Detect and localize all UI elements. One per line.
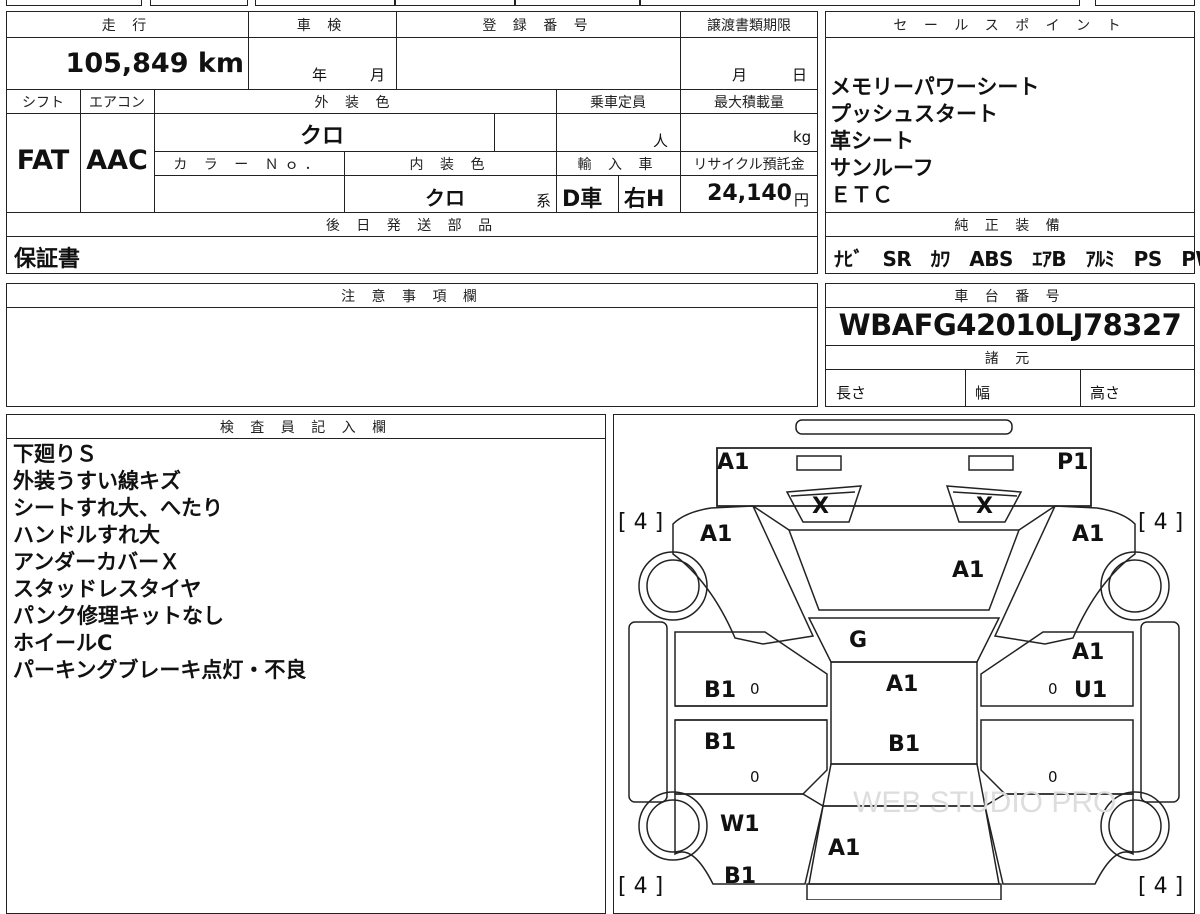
chassis-label: 車 台 番 号 xyxy=(954,289,1066,305)
inspector-line: スタッドレスタイヤ xyxy=(13,577,202,601)
tire-fl: [ 4 ] xyxy=(618,510,664,535)
interior-color-label: 内 装 色 xyxy=(409,157,491,173)
registration-label: 登 録 番 号 xyxy=(482,18,594,34)
mark-door-rl: B1 xyxy=(704,730,737,755)
inspector-line: ハンドルすれ大 xyxy=(13,523,160,547)
zero-marker: 0 xyxy=(1048,768,1058,786)
inspector-line: 外装うすい線キズ xyxy=(13,469,181,493)
mark-door-fr-u: U1 xyxy=(1074,678,1108,703)
recycle-unit: 円 xyxy=(794,191,810,209)
watermark: WEB STUDIO PRO xyxy=(853,786,1116,819)
mark-roof: A1 xyxy=(886,672,919,697)
length-label: 長さ xyxy=(836,384,867,402)
zero-marker: 0 xyxy=(1048,680,1058,698)
sales-points-label: セ ー ル ス ポ イ ン ト xyxy=(893,18,1127,34)
mileage-label: 走 行 xyxy=(101,18,153,34)
inspector-line: パーキングブレーキ点灯・不良 xyxy=(13,658,307,682)
transfer-day: 日 xyxy=(792,66,808,84)
zero-marker: 0 xyxy=(750,680,760,698)
mark-quarter-rl: W1 xyxy=(720,812,760,837)
sales-point-item: ＥＴＣ xyxy=(830,183,893,207)
sales-point-item: 革シート xyxy=(830,129,914,153)
mark-light-left: X xyxy=(812,494,829,519)
later-parts-label: 後 日 発 送 部 品 xyxy=(325,218,499,234)
zero-marker: 0 xyxy=(750,768,760,786)
tire-rl: [ 4 ] xyxy=(618,874,664,899)
interior-color-value: クロ xyxy=(425,186,465,210)
mark-front-right: P1 xyxy=(1057,450,1089,475)
inspector-line: アンダーカバーＸ xyxy=(13,550,181,574)
mark-door-fl: B1 xyxy=(704,678,737,703)
steering-value: 右H xyxy=(624,187,665,212)
inspection-year: 年 xyxy=(312,66,328,84)
transfer-month: 月 xyxy=(732,66,748,84)
inspector-label: 検 査 員 記 入 欄 xyxy=(219,420,393,436)
capacity-label: 乗車定員 xyxy=(590,95,646,111)
mark-rear-bumper: B1 xyxy=(724,864,757,889)
inspector-line: ホイールC xyxy=(13,631,113,655)
equipment-value: ﾅﾋﾞ SR ｶﾜ ABS ｴｱB ｱﾙﾐ PS PW xyxy=(834,247,1200,271)
exterior-color-label: 外 装 色 xyxy=(314,95,396,111)
mark-light-right: X xyxy=(976,494,993,519)
inspection-label: 車 検 xyxy=(296,18,348,34)
sales-points-list: メモリーパワーシート プッシュスタート 革シート サンルーフ ＥＴＣ xyxy=(830,74,1039,209)
mark-trunk: A1 xyxy=(828,836,861,861)
equipment-label: 純 正 装 備 xyxy=(954,218,1066,234)
max-load-unit: kg xyxy=(793,128,812,146)
max-load-label: 最大積載量 xyxy=(714,95,784,111)
mark-windshield: G xyxy=(849,628,868,653)
car-diagram: WEB STUDIO PRO xyxy=(628,419,1180,900)
later-parts-value: 保証書 xyxy=(14,247,81,272)
mark-roof-rear: B1 xyxy=(888,732,921,757)
mark-hood: A1 xyxy=(952,558,985,583)
tire-rr: [ 4 ] xyxy=(1138,874,1184,899)
tire-fr: [ 4 ] xyxy=(1138,510,1184,535)
mark-front-left: A1 xyxy=(717,450,750,475)
notes-label: 注 意 事 項 欄 xyxy=(341,289,483,305)
inspector-lines: 下廻りＳ 外装うすい線キズ シートすれ大、へたり ハンドルすれ大 アンダーカバー… xyxy=(13,441,306,684)
color-no-label: カ ラ ー Ｎｏ． xyxy=(173,157,325,173)
aircon-label: エアコン xyxy=(89,95,145,111)
mileage-value: 105,849 km xyxy=(65,48,244,79)
aircon-value: AAC xyxy=(86,145,148,176)
mark-fender-fr: A1 xyxy=(1072,522,1105,547)
height-label: 高さ xyxy=(1090,384,1121,402)
mark-fender-fl: A1 xyxy=(700,522,733,547)
interior-color-suffix: 系 xyxy=(536,192,552,210)
shift-value: FAT xyxy=(16,145,70,176)
inspector-line: 下廻りＳ xyxy=(13,442,97,466)
chassis-number: WBAFG42010LJ78327 xyxy=(838,308,1182,342)
shift-label: シフト xyxy=(22,95,64,111)
capacity-unit: 人 xyxy=(653,132,669,150)
sales-point-item: サンルーフ xyxy=(830,156,934,180)
exterior-color-value: クロ xyxy=(300,124,345,149)
import-value: D車 xyxy=(562,187,603,212)
inspector-line: パンク修理キットなし xyxy=(13,604,225,628)
transfer-deadline-label: 譲渡書類期限 xyxy=(707,18,791,34)
recycle-label: リサイクル預託金 xyxy=(693,157,805,173)
specs-label: 諸 元 xyxy=(984,351,1036,367)
mark-door-fr-a: A1 xyxy=(1072,640,1105,665)
sales-point-item: メモリーパワーシート xyxy=(830,75,1040,99)
inspection-month: 月 xyxy=(370,66,386,84)
sales-point-item: プッシュスタート xyxy=(830,102,998,126)
width-label: 幅 xyxy=(975,384,991,402)
inspector-line: シートすれ大、へたり xyxy=(13,496,223,520)
recycle-value: 24,140 xyxy=(707,181,792,206)
import-label: 輸 入 車 xyxy=(577,157,659,173)
